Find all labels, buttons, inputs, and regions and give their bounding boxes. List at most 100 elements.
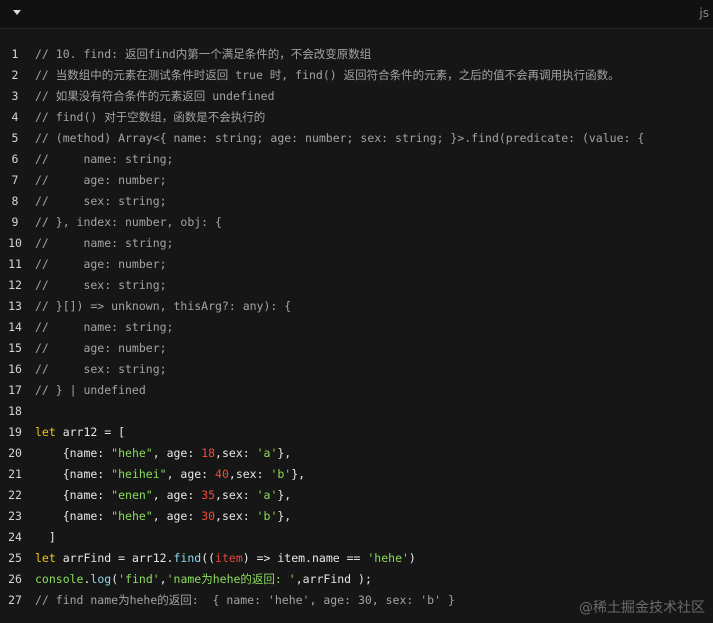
code-token: // 10. find: 返回find内第一个满足条件的，不会改变原数组 (35, 47, 372, 61)
watermark: @稀土掘金技术社区 (579, 600, 705, 616)
line-number: 15 (8, 341, 22, 355)
code-token: (( (201, 551, 216, 565)
code-line: 25 let arrFind = arr12.find((item) => ite… (0, 548, 713, 569)
code-line: 20 {name: "hehe", age: 18,sex: 'a'}, (0, 443, 713, 464)
code-token: arr12 = [ (55, 425, 126, 439)
code-token: {name: (35, 509, 112, 523)
code-token: ] (35, 530, 56, 544)
code-token: , age: (166, 467, 216, 481)
code-token: 'a' (256, 488, 278, 502)
line-number: 9 (11, 215, 19, 229)
line-source: // sex: string; (35, 275, 167, 296)
line-source: // (method) Array<{ name: string; age: n… (35, 128, 644, 149)
line-source: // find name为hehe的返回: { name: 'hehe', ag… (35, 590, 455, 611)
line-source: // 当数组中的元素在测试条件时返回 true 时, find() 返回符合条件… (35, 65, 620, 86)
line-source: // age: number; (35, 170, 167, 191)
code-token: ,sex: (215, 509, 257, 523)
code-token: }, (277, 488, 292, 502)
code-line: 8 // sex: string; (0, 191, 713, 212)
line-number: 26 (8, 572, 22, 586)
code-token: 'b' (270, 467, 292, 481)
line-source: let arr12 = [ (35, 422, 125, 443)
code-line: 19 let arr12 = [ (0, 422, 713, 443)
line-number: 10 (8, 236, 22, 250)
code-line: 17 // } | undefined (0, 380, 713, 401)
line-source: // find() 对于空数组，函数是不会执行的 (35, 107, 265, 128)
code-line: 26 console.log('find','name为hehe的返回: ',ar… (0, 569, 713, 590)
line-number: 11 (8, 257, 22, 271)
code-token: // age: number; (35, 257, 167, 271)
code-token: // name: string; (35, 236, 174, 250)
code-lines: 1 // 10. find: 返回find内第一个满足条件的，不会改变原数组 2 //… (0, 44, 713, 611)
line-source: // 10. find: 返回find内第一个满足条件的，不会改变原数组 (35, 44, 371, 65)
code-line: 9 // }, index: number, obj: { (0, 212, 713, 233)
code-token: // age: number; (35, 341, 167, 355)
line-number: 3 (11, 89, 19, 103)
code-token: 30 (201, 509, 216, 523)
code-line: 4 // find() 对于空数组，函数是不会执行的 (0, 107, 713, 128)
code-token: // age: number; (35, 173, 167, 187)
code-line: 3 // 如果没有符合条件的元素返回 undefined (0, 86, 713, 107)
code-token: arrFind = arr12. (55, 551, 174, 565)
line-source: // }[]) => unknown, thisArg?: any): { (35, 296, 291, 317)
code-token: , age: (152, 446, 202, 460)
line-source: // name: string; (35, 317, 173, 338)
code-token: // find name为hehe的返回: { name: 'hehe', ag… (35, 593, 455, 607)
line-number: 6 (11, 152, 19, 166)
line-number: 24 (8, 530, 22, 544)
code-toolbar: js (0, 0, 713, 29)
code-line: 13 // }[]) => unknown, thisArg?: any): { (0, 296, 713, 317)
line-number: 13 (8, 299, 22, 313)
code-line: 7 // age: number; (0, 170, 713, 191)
line-number: 2 (11, 68, 19, 82)
code-token: {name: (35, 446, 112, 460)
code-token: let (35, 425, 56, 439)
code-token: {name: (35, 488, 112, 502)
code-token: 'find' (118, 572, 160, 586)
code-token: }, (291, 467, 306, 481)
language-label: js (699, 6, 709, 20)
code-token: // 如果没有符合条件的元素返回 undefined (35, 89, 275, 103)
code-token: 18 (201, 446, 216, 460)
code-token: ,arrFind ); (295, 572, 372, 586)
code-token: // find() 对于空数组，函数是不会执行的 (35, 110, 266, 124)
code-token: "enen" (111, 488, 153, 502)
code-line: 15 // age: number; (0, 338, 713, 359)
code-token: 35 (201, 488, 216, 502)
code-line: 2 // 当数组中的元素在测试条件时返回 true 时, find() 返回符合条… (0, 65, 713, 86)
line-source: // 如果没有符合条件的元素返回 undefined (35, 86, 275, 107)
code-line: 6 // name: string; (0, 149, 713, 170)
line-source: // }, index: number, obj: { (35, 212, 222, 233)
line-number: 14 (8, 320, 22, 334)
code-token: // }[]) => unknown, thisArg?: any): { (35, 299, 292, 313)
code-block: js 1 // 10. find: 返回find内第一个满足条件的，不会改变原数组… (0, 0, 713, 623)
code-line: 16 // sex: string; (0, 359, 713, 380)
line-number: 20 (8, 446, 22, 460)
line-source: // name: string; (35, 233, 173, 254)
code-token: 40 (215, 467, 229, 481)
code-token: item (215, 551, 243, 565)
code-token: 'name为hehe的返回: ' (166, 572, 296, 586)
line-number: 17 (8, 383, 22, 397)
code-token: log (90, 572, 112, 586)
code-token: , age: (152, 488, 202, 502)
code-line: 10 // name: string; (0, 233, 713, 254)
line-source: let arrFind = arr12.find((item) => item.… (35, 548, 416, 569)
line-source: ] (35, 527, 56, 548)
line-source: // age: number; (35, 254, 167, 275)
caret-down-icon[interactable] (13, 10, 21, 15)
code-token: 'b' (256, 509, 278, 523)
code-token: }, (277, 509, 292, 523)
code-token: console (35, 572, 84, 586)
code-token: , (159, 572, 167, 586)
code-token: "hehe" (111, 509, 153, 523)
line-number: 21 (8, 467, 22, 481)
code-line: 18 (0, 401, 713, 422)
code-token: ,sex: (215, 446, 257, 460)
code-line: 1 // 10. find: 返回find内第一个满足条件的，不会改变原数组 (0, 44, 713, 65)
code-token: // (method) Array<{ name: string; age: n… (35, 131, 645, 145)
code-token: // sex: string; (35, 278, 167, 292)
line-number: 23 (8, 509, 22, 523)
code-token: // }, index: number, obj: { (35, 215, 222, 229)
code-token: // name: string; (35, 152, 174, 166)
